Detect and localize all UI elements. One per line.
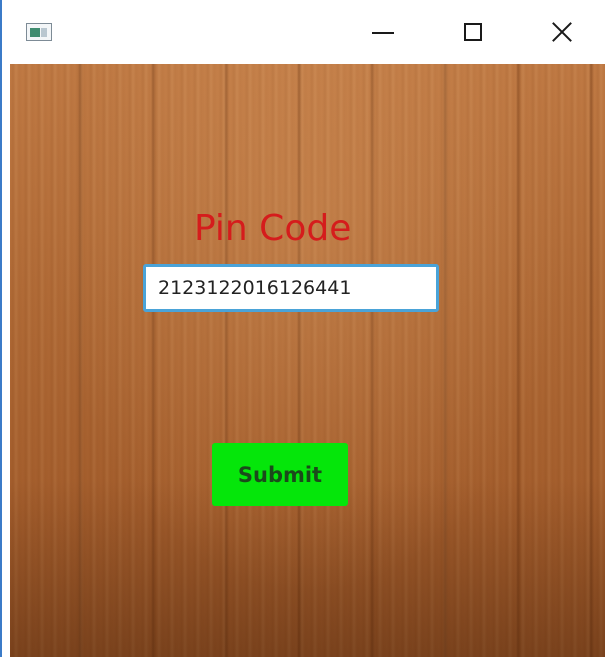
pin-code-label: Pin Code: [194, 208, 352, 249]
app-window: Pin Code Submit: [0, 0, 605, 657]
minimize-button[interactable]: [338, 0, 428, 64]
maximize-icon: [464, 23, 482, 41]
minimize-icon: [372, 32, 394, 34]
app-icon: [26, 23, 52, 41]
maximize-button[interactable]: [428, 0, 518, 64]
title-bar[interactable]: [2, 0, 605, 64]
close-icon: [551, 21, 573, 43]
close-button[interactable]: [517, 0, 605, 64]
pin-code-input[interactable]: [143, 264, 439, 312]
submit-button[interactable]: Submit: [212, 443, 348, 506]
wood-background-panel: Pin Code Submit: [10, 64, 605, 657]
